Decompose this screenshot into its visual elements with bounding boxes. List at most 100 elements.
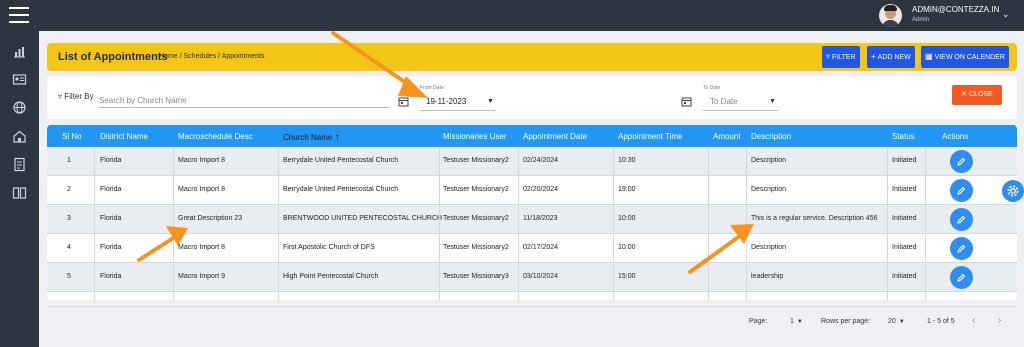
column-header[interactable]: District Name	[100, 132, 148, 141]
table-cell: Initiated	[892, 157, 917, 164]
page-range: 1 - 5 of 5	[927, 318, 955, 325]
pencil-icon	[957, 215, 966, 224]
from-date-field[interactable]: 19-11-2023	[426, 97, 466, 106]
column-header[interactable]: Appointment Time	[618, 132, 682, 141]
calendar-icon: ▦	[925, 52, 933, 61]
close-button[interactable]: ✕ CLOSE	[952, 85, 1002, 105]
table-row[interactable]: 3 Florida Great Description 23 BRENTWOOD UN…	[47, 205, 1017, 234]
table-cell: 4	[67, 244, 71, 251]
to-date-caption: To Date	[703, 85, 721, 91]
table-cell: 03/10/2024	[523, 273, 559, 280]
calendar-icon[interactable]	[398, 96, 409, 107]
hamburger-menu-icon[interactable]	[9, 7, 29, 23]
next-page-icon[interactable]: ›	[998, 315, 1001, 326]
table-cell: Initiated	[892, 215, 917, 222]
user-role: Admin	[912, 17, 930, 23]
edit-button[interactable]	[950, 237, 973, 260]
table-cell: Testuser Missionary2	[443, 186, 509, 193]
column-header[interactable]: Sl No	[62, 132, 82, 141]
table-cell: 15:00	[618, 273, 636, 280]
dropdown-caret-icon[interactable]: ▼	[769, 98, 776, 105]
column-divider	[518, 147, 519, 300]
table-cell: Initiated	[892, 244, 917, 251]
edit-button[interactable]	[950, 179, 973, 202]
table-cell: 11/18/2023	[523, 215, 558, 222]
document-icon[interactable]	[12, 157, 27, 172]
top-bar: ADMIN@CONTEZZA.IN Admin ⌄	[0, 0, 1024, 31]
table-cell: 10:00	[618, 244, 636, 251]
table-cell: Great Description 23	[178, 215, 243, 222]
column-divider	[613, 147, 614, 300]
table-cell: 10:30	[618, 157, 636, 164]
gear-icon	[1007, 185, 1019, 197]
column-divider	[94, 147, 95, 300]
avatar[interactable]	[879, 4, 902, 27]
table-cell: Florida	[100, 273, 122, 280]
rows-per-page-select[interactable]: 20 ▼	[888, 318, 905, 325]
table-row[interactable]: 2 Florida Macro Import 8 Berrydale United P…	[47, 176, 1017, 205]
table-cell: Initiated	[892, 186, 917, 193]
filter-button[interactable]: ▿ FILTER	[822, 46, 860, 68]
dropdown-caret-icon[interactable]: ▼	[487, 98, 494, 105]
dropdown-caret-icon: ▼	[898, 319, 905, 325]
table-cell: 19:00	[618, 186, 636, 193]
column-divider	[708, 147, 709, 300]
page-label: Page:	[749, 318, 768, 325]
table-cell: This is a regular service. Description 4…	[751, 215, 878, 222]
table-cell: Florida	[100, 186, 122, 193]
breadcrumb[interactable]: Home / Schedules / Appointments	[159, 53, 264, 60]
table-cell: Florida	[100, 244, 122, 251]
pencil-icon	[957, 157, 966, 166]
view-on-calendar-button[interactable]: ▦ VIEW ON CALENDER	[921, 46, 1009, 68]
settings-gear-button[interactable]	[1002, 180, 1024, 202]
table-row[interactable]: 1 Florida Macro Import 8 Berrydale United P…	[47, 147, 1017, 176]
table-cell: 10:00	[618, 215, 636, 222]
close-icon: ✕	[961, 91, 968, 98]
chevron-down-icon[interactable]: ⌄	[1002, 9, 1010, 20]
column-header[interactable]: Missionaries User	[443, 132, 507, 141]
user-email[interactable]: ADMIN@CONTEZZA.IN	[912, 5, 999, 14]
dropdown-caret-icon: ▼	[796, 319, 803, 325]
column-divider	[746, 147, 747, 300]
table-cell: Florida	[100, 215, 122, 222]
sort-ascending-icon: ↑	[334, 132, 340, 143]
table-cell: Initiated	[892, 273, 917, 280]
column-header[interactable]: Status	[892, 132, 915, 141]
filter-panel: ▿ Filter By From Date 19-11-2023 ▼ To Da…	[47, 76, 1017, 119]
table-cell: Description	[751, 157, 787, 164]
id-card-icon[interactable]	[12, 72, 27, 87]
column-header[interactable]: Description	[751, 132, 791, 141]
column-header[interactable]: Macroschedule Desc	[178, 132, 253, 141]
add-new-button[interactable]: + ADD NEW	[867, 46, 915, 68]
column-header[interactable]: Amount	[713, 132, 741, 141]
column-header[interactable]: Appointment Date	[523, 132, 587, 141]
book-icon[interactable]	[12, 185, 27, 200]
table-cell: 3	[67, 215, 71, 222]
to-date-field[interactable]: To Date	[710, 97, 738, 106]
divider	[47, 306, 1017, 307]
filter-icon: ▿	[58, 92, 63, 101]
table-cell: First Apostolic Church of DFS	[283, 244, 375, 251]
column-header-sorted[interactable]: Church Name ↑	[283, 132, 340, 143]
table-cell: Macro Import 8	[178, 186, 226, 193]
pencil-icon	[957, 186, 966, 195]
table-cell: leadership	[751, 273, 784, 280]
page-select[interactable]: 1 ▼	[790, 318, 803, 325]
from-date-caption: From Date	[420, 85, 444, 91]
search-input[interactable]	[99, 94, 389, 108]
previous-page-icon[interactable]: ‹	[972, 315, 975, 326]
table-row[interactable]: 5 Florida Macro Import 9 High Point Penteco…	[47, 263, 1017, 292]
column-divider	[278, 147, 279, 300]
bar-chart-icon[interactable]	[12, 44, 27, 59]
edit-button[interactable]	[950, 150, 973, 173]
table-row[interactable]: 4 Florida Macro Import 8 First Apostolic Ch…	[47, 234, 1017, 263]
table-header: Sl No District Name Macroschedule Desc C…	[47, 125, 1017, 147]
from-date-underline	[420, 110, 495, 111]
church-icon[interactable]	[12, 129, 27, 144]
table-cell: Berrydale United Pentecostal Church	[283, 186, 399, 193]
globe-icon[interactable]	[12, 100, 27, 115]
calendar-icon[interactable]	[681, 96, 692, 107]
column-header: Actions	[942, 132, 969, 141]
edit-button[interactable]	[950, 266, 973, 289]
edit-button[interactable]	[950, 208, 973, 231]
